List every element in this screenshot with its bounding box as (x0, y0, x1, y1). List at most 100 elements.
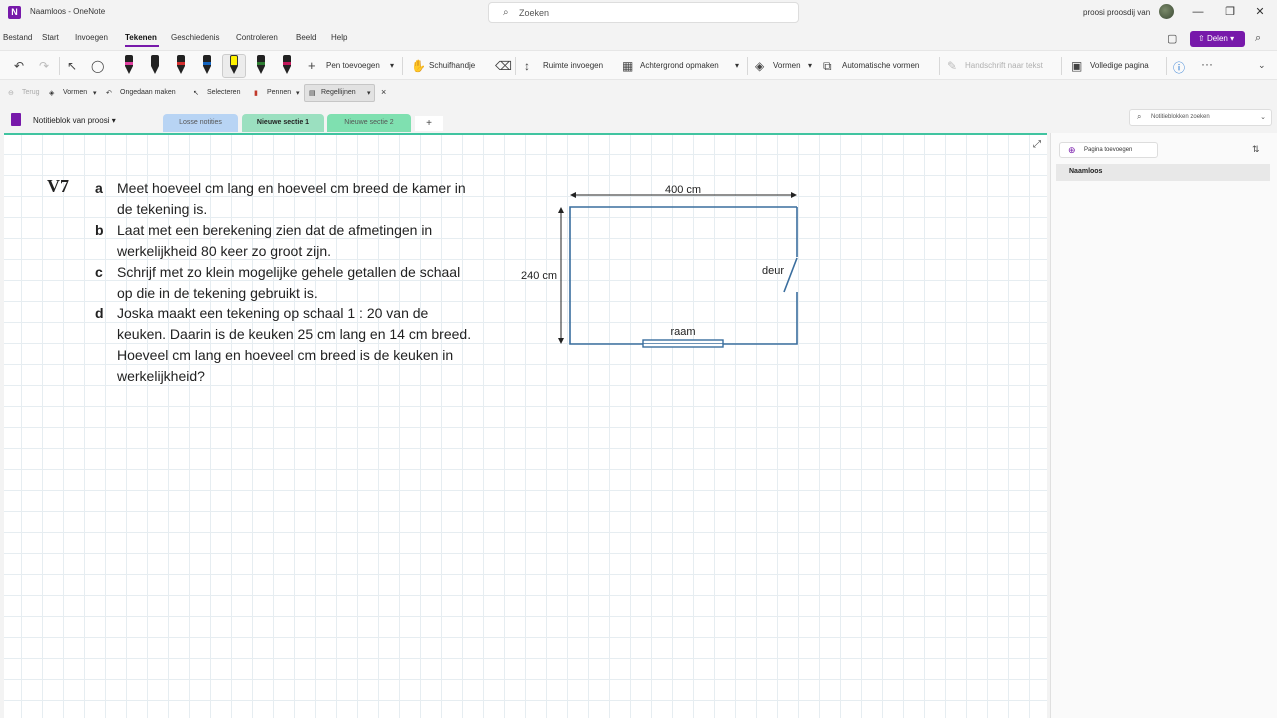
pens-small-icon[interactable]: ▮ (254, 89, 258, 97)
add-pen-icon[interactable]: + (308, 58, 316, 73)
pen-black[interactable] (150, 55, 160, 75)
lasso-icon[interactable]: ◯ (91, 59, 104, 73)
full-page-icon[interactable]: ▣ (1071, 59, 1082, 73)
menu-help[interactable]: Help (331, 33, 347, 42)
full-page-button[interactable]: Volledige pagina (1090, 61, 1149, 70)
add-page-label: Pagina toevoegen (1084, 147, 1133, 153)
back-button[interactable]: Terug (22, 89, 40, 96)
width-label: 400 cm (665, 184, 701, 196)
rule-lines-dropdown-icon[interactable]: ▾ (367, 89, 371, 97)
shapes-button[interactable]: Vormen (773, 61, 801, 70)
select-pointer-icon[interactable]: ↖ (67, 59, 77, 73)
add-section-button[interactable]: + (415, 116, 443, 131)
menu-beeld[interactable]: Beeld (296, 33, 316, 42)
pen-red[interactable] (176, 55, 186, 75)
ink-to-text-button[interactable]: Handschrift naar tekst (965, 61, 1043, 70)
pen-magenta[interactable] (282, 55, 292, 75)
menu-start[interactable]: Start (42, 33, 59, 42)
maximize-button[interactable]: ❐ (1222, 4, 1238, 20)
select-small-icon[interactable]: ↖ (193, 89, 199, 97)
add-page-icon: ⊕ (1068, 145, 1076, 155)
menu-controleren[interactable]: Controleren (236, 33, 278, 42)
tab-nieuwe-sectie-2[interactable]: Nieuwe sectie 2 (327, 114, 411, 132)
sticky-note-icon[interactable]: ▢ (1167, 32, 1177, 45)
insert-space-button[interactable]: Ruimte invoegen (543, 61, 603, 70)
chevron-down-icon[interactable]: ⌄ (1260, 113, 1266, 121)
page-title: Naamloos (1069, 168, 1103, 175)
help-icon[interactable]: ⓘ (1173, 59, 1185, 76)
secondary-toolbar: ⊖ Terug ◈ Vormen ▾ ↶ Ongedaan maken ↖ Se… (0, 83, 1277, 103)
pen-band (283, 62, 291, 65)
collapse-ribbon-icon[interactable]: ⌄ (1258, 60, 1266, 71)
auto-shapes-button[interactable]: Automatische vormen (842, 61, 919, 70)
auto-shapes-icon[interactable]: ⧉ (823, 59, 832, 74)
expand-icon[interactable]: ⤢ (1033, 139, 1041, 150)
tab-nieuwe-sectie-1[interactable]: Nieuwe sectie 1 (242, 114, 324, 132)
pen-blue[interactable] (202, 55, 212, 75)
menu-tekenen[interactable]: Tekenen (125, 33, 157, 42)
notebook-selector[interactable]: Notitieblok van proosi ▾ (33, 116, 116, 125)
highlighter-yellow[interactable] (229, 55, 239, 75)
redo-icon[interactable]: ↷ (39, 59, 49, 73)
height-label: 240 cm (521, 270, 557, 282)
eraser-icon[interactable]: ⌫ (495, 59, 512, 73)
back-icon[interactable]: ⊖ (8, 89, 14, 97)
question-a-letter: a (95, 180, 103, 196)
more-options-icon[interactable]: ··· (1201, 57, 1213, 71)
pens-small-dropdown-icon[interactable]: ▾ (296, 89, 300, 97)
pen-pink[interactable] (124, 55, 134, 75)
question-b-letter: b (95, 222, 104, 238)
notebook-name: Notitieblok van proosi (33, 116, 110, 125)
shapes-small-icon[interactable]: ◈ (49, 89, 54, 97)
divider (1061, 57, 1062, 75)
notebook-search[interactable]: ⌕ Notitieblokken zoeken ⌄ (1129, 109, 1272, 126)
hand-icon[interactable]: ✋ (411, 59, 426, 73)
menu-geschiedenis[interactable]: Geschiedenis (171, 33, 219, 42)
undo-icon[interactable]: ↶ (14, 59, 24, 73)
add-page-button[interactable]: ⊕ Pagina toevoegen (1059, 142, 1158, 158)
pen-band (257, 62, 265, 65)
floor-plan-diagram: 400 cm 240 cm deur raam (521, 184, 798, 348)
pens-small-button[interactable]: Pennen (267, 89, 291, 96)
page-item[interactable]: Naamloos (1056, 164, 1270, 181)
shapes-small-dropdown-icon[interactable]: ▾ (93, 89, 97, 97)
user-name[interactable]: proosi proosdij van (1083, 8, 1150, 17)
feedback-icon[interactable]: ⌕ (1255, 32, 1261, 45)
question-d-line: keuken. Daarin is de keuken 25 cm lang e… (117, 326, 472, 342)
search-icon: ⌕ (1137, 112, 1142, 121)
pan-hand-button[interactable]: Schuifhandje (429, 61, 475, 70)
close-toolbar-button[interactable]: × (381, 87, 386, 97)
ink-to-text-icon: ✎ (947, 59, 958, 73)
divider (939, 57, 940, 75)
minimize-button[interactable]: — (1190, 4, 1206, 20)
background-icon[interactable]: ▦ (622, 59, 633, 73)
add-pen-button[interactable]: Pen toevoegen (326, 61, 380, 70)
rule-lines-icon[interactable]: ▤ (309, 89, 316, 97)
undo-small-button[interactable]: Ongedaan maken (120, 89, 176, 96)
pen-green[interactable] (256, 55, 266, 75)
tab-losse-notities[interactable]: Losse notities (163, 114, 238, 132)
format-background-button[interactable]: Achtergrond opmaken (640, 61, 719, 70)
avatar[interactable] (1159, 4, 1174, 19)
sort-icon[interactable]: ⇅ (1252, 144, 1260, 155)
question-c-letter: c (95, 264, 103, 280)
search-box[interactable]: ⌕ Zoeken (488, 2, 799, 23)
menu-bar: Bestand Start Invoegen Tekenen Geschiede… (0, 30, 1277, 48)
select-small-button[interactable]: Selecteren (207, 89, 240, 96)
question-d-line: Hoeveel cm lang en hoeveel cm breed is d… (117, 347, 454, 363)
shapes-dropdown-icon[interactable]: ▾ (808, 61, 812, 70)
background-dropdown-icon[interactable]: ▾ (735, 61, 739, 70)
divider (1166, 57, 1167, 75)
rule-lines-button[interactable]: Regellijnen (321, 89, 356, 96)
menu-bestand[interactable]: Bestand (3, 33, 32, 42)
pen-band (203, 62, 211, 65)
close-button[interactable]: ✕ (1252, 4, 1268, 20)
shapes-small-button[interactable]: Vormen (63, 89, 87, 96)
menu-invoegen[interactable]: Invoegen (75, 33, 108, 42)
undo-small-icon[interactable]: ↶ (106, 89, 112, 97)
shapes-icon[interactable]: ◈ (755, 59, 764, 73)
share-button[interactable]: ⇧ Delen ▾ (1190, 31, 1245, 47)
add-pen-dropdown-icon[interactable]: ▾ (390, 61, 394, 70)
title-bar: N Naamloos - OneNote ⌕ Zoeken proosi pro… (0, 0, 1277, 26)
insert-space-icon[interactable]: ↕ (524, 59, 530, 73)
